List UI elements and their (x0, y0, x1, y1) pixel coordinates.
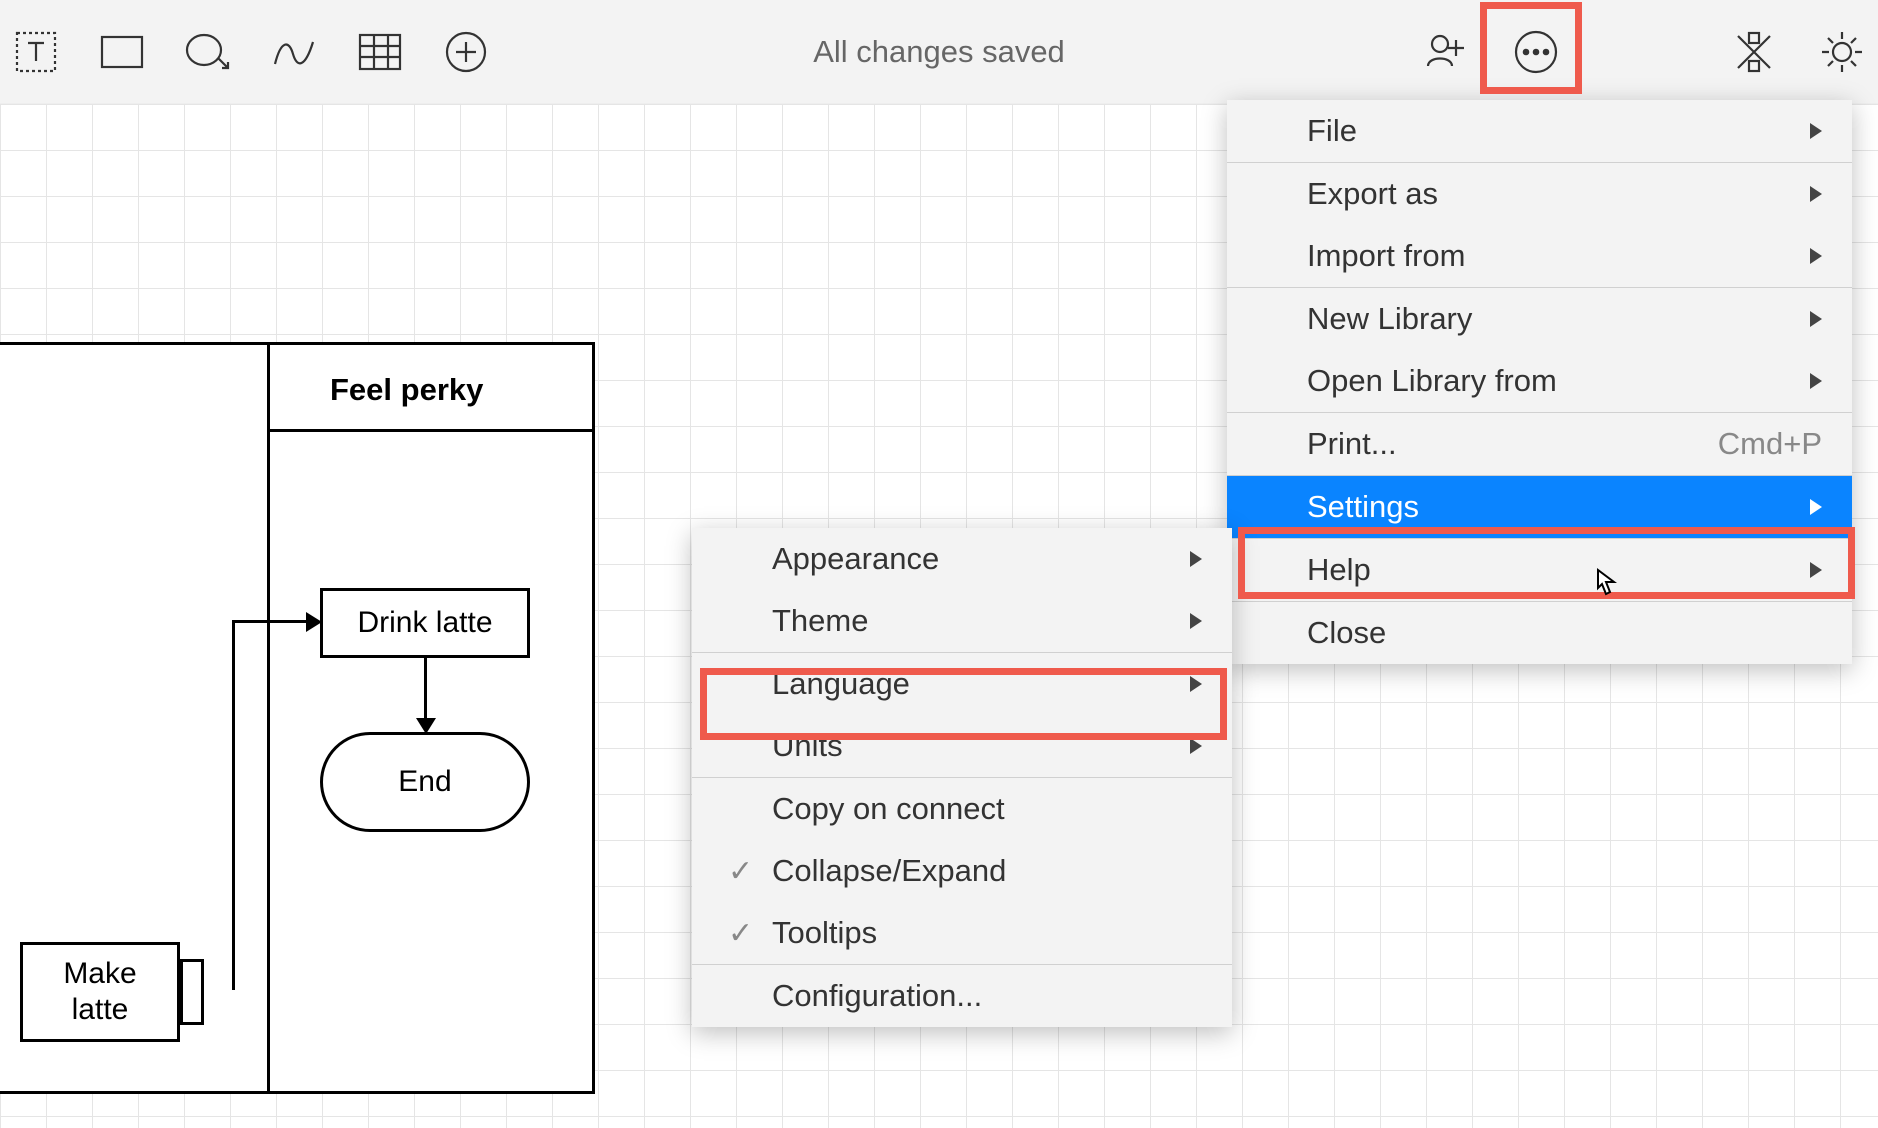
submenu-tooltips-label: Tooltips (772, 915, 877, 951)
node-make-latte-label: Make latte (35, 956, 165, 1028)
add-tool-icon[interactable] (442, 28, 490, 76)
edge-to-drink[interactable] (234, 620, 306, 623)
submenu-collapse-label: Collapse/Expand (772, 853, 1006, 889)
edge-to-drink-arrow (306, 612, 322, 632)
menu-import-label: Import from (1307, 238, 1465, 274)
menu-open-library-from[interactable]: Open Library from (1227, 350, 1852, 412)
menu-help-label: Help (1307, 552, 1371, 588)
main-menu: File Export as Import from New Library O… (1227, 100, 1852, 664)
node-make-latte[interactable]: Make latte (20, 942, 180, 1042)
menu-close[interactable]: Close (1227, 602, 1852, 664)
submenu-arrow-icon (1190, 676, 1202, 692)
table-tool-icon[interactable] (356, 28, 404, 76)
submenu-units-label: Units (772, 728, 843, 764)
lane-header-feel-perky[interactable]: Feel perky (330, 372, 483, 408)
submenu-copy-label: Copy on connect (772, 791, 1005, 827)
menu-file-label: File (1307, 113, 1357, 149)
menu-print-label: Print... (1307, 426, 1397, 462)
menu-new-library[interactable]: New Library (1227, 288, 1852, 350)
submenu-appearance-label: Appearance (772, 541, 939, 577)
brightness-icon[interactable] (1818, 28, 1866, 76)
make-latte-port[interactable] (180, 959, 204, 1025)
check-icon: ✓ (728, 916, 753, 951)
share-icon[interactable] (1424, 28, 1472, 76)
menu-open-library-label: Open Library from (1307, 363, 1557, 399)
menu-close-label: Close (1307, 615, 1386, 651)
submenu-language-label: Language (772, 666, 910, 702)
submenu-arrow-icon (1810, 186, 1822, 202)
menu-file[interactable]: File (1227, 100, 1852, 162)
menu-help[interactable]: Help (1227, 539, 1852, 601)
submenu-collapse-expand[interactable]: ✓ Collapse/Expand (692, 840, 1232, 902)
ellipse-tool-icon[interactable] (184, 28, 232, 76)
edge-drink-end[interactable] (424, 658, 427, 720)
submenu-theme[interactable]: Theme (692, 590, 1232, 652)
submenu-arrow-icon (1810, 123, 1822, 139)
submenu-units[interactable]: Units (692, 715, 1232, 777)
node-end[interactable]: End (320, 732, 530, 832)
edge-to-drink-vert[interactable] (232, 620, 235, 990)
submenu-arrow-icon (1810, 562, 1822, 578)
submenu-tooltips[interactable]: ✓ Tooltips (692, 902, 1232, 964)
freehand-tool-icon[interactable] (270, 28, 318, 76)
submenu-appearance[interactable]: Appearance (692, 528, 1232, 590)
toolbar-left (12, 28, 490, 76)
settings-submenu: Appearance Theme Language Units Copy on … (692, 528, 1232, 1027)
text-box-tool-icon[interactable] (12, 28, 60, 76)
menu-print-shortcut: Cmd+P (1718, 426, 1822, 462)
menu-import-from[interactable]: Import from (1227, 225, 1852, 287)
toolbar: All changes saved (0, 0, 1878, 104)
design-tool-icon[interactable] (1730, 28, 1778, 76)
edge-drink-end-arrow (416, 718, 436, 734)
submenu-theme-label: Theme (772, 603, 868, 639)
submenu-language[interactable]: Language (692, 653, 1232, 715)
submenu-arrow-icon (1810, 373, 1822, 389)
menu-new-library-label: New Library (1307, 301, 1472, 337)
menu-export-as[interactable]: Export as (1227, 163, 1852, 225)
more-menu-icon[interactable] (1512, 28, 1560, 76)
submenu-configuration[interactable]: Configuration... (692, 965, 1232, 1027)
submenu-configuration-label: Configuration... (772, 978, 982, 1014)
check-icon: ✓ (728, 854, 753, 889)
menu-settings[interactable]: Settings (1227, 476, 1852, 538)
menu-print[interactable]: Print... Cmd+P (1227, 413, 1852, 475)
submenu-copy-on-connect[interactable]: Copy on connect (692, 778, 1232, 840)
submenu-arrow-icon (1190, 551, 1202, 567)
submenu-arrow-icon (1810, 248, 1822, 264)
submenu-arrow-icon (1810, 499, 1822, 515)
menu-export-label: Export as (1307, 176, 1438, 212)
submenu-arrow-icon (1190, 613, 1202, 629)
node-drink-latte[interactable]: Drink latte (320, 588, 530, 658)
submenu-arrow-icon (1190, 738, 1202, 754)
toolbar-right (1424, 28, 1866, 76)
menu-settings-label: Settings (1307, 489, 1419, 525)
save-status: All changes saved (813, 34, 1065, 70)
rectangle-tool-icon[interactable] (98, 28, 146, 76)
submenu-arrow-icon (1810, 311, 1822, 327)
